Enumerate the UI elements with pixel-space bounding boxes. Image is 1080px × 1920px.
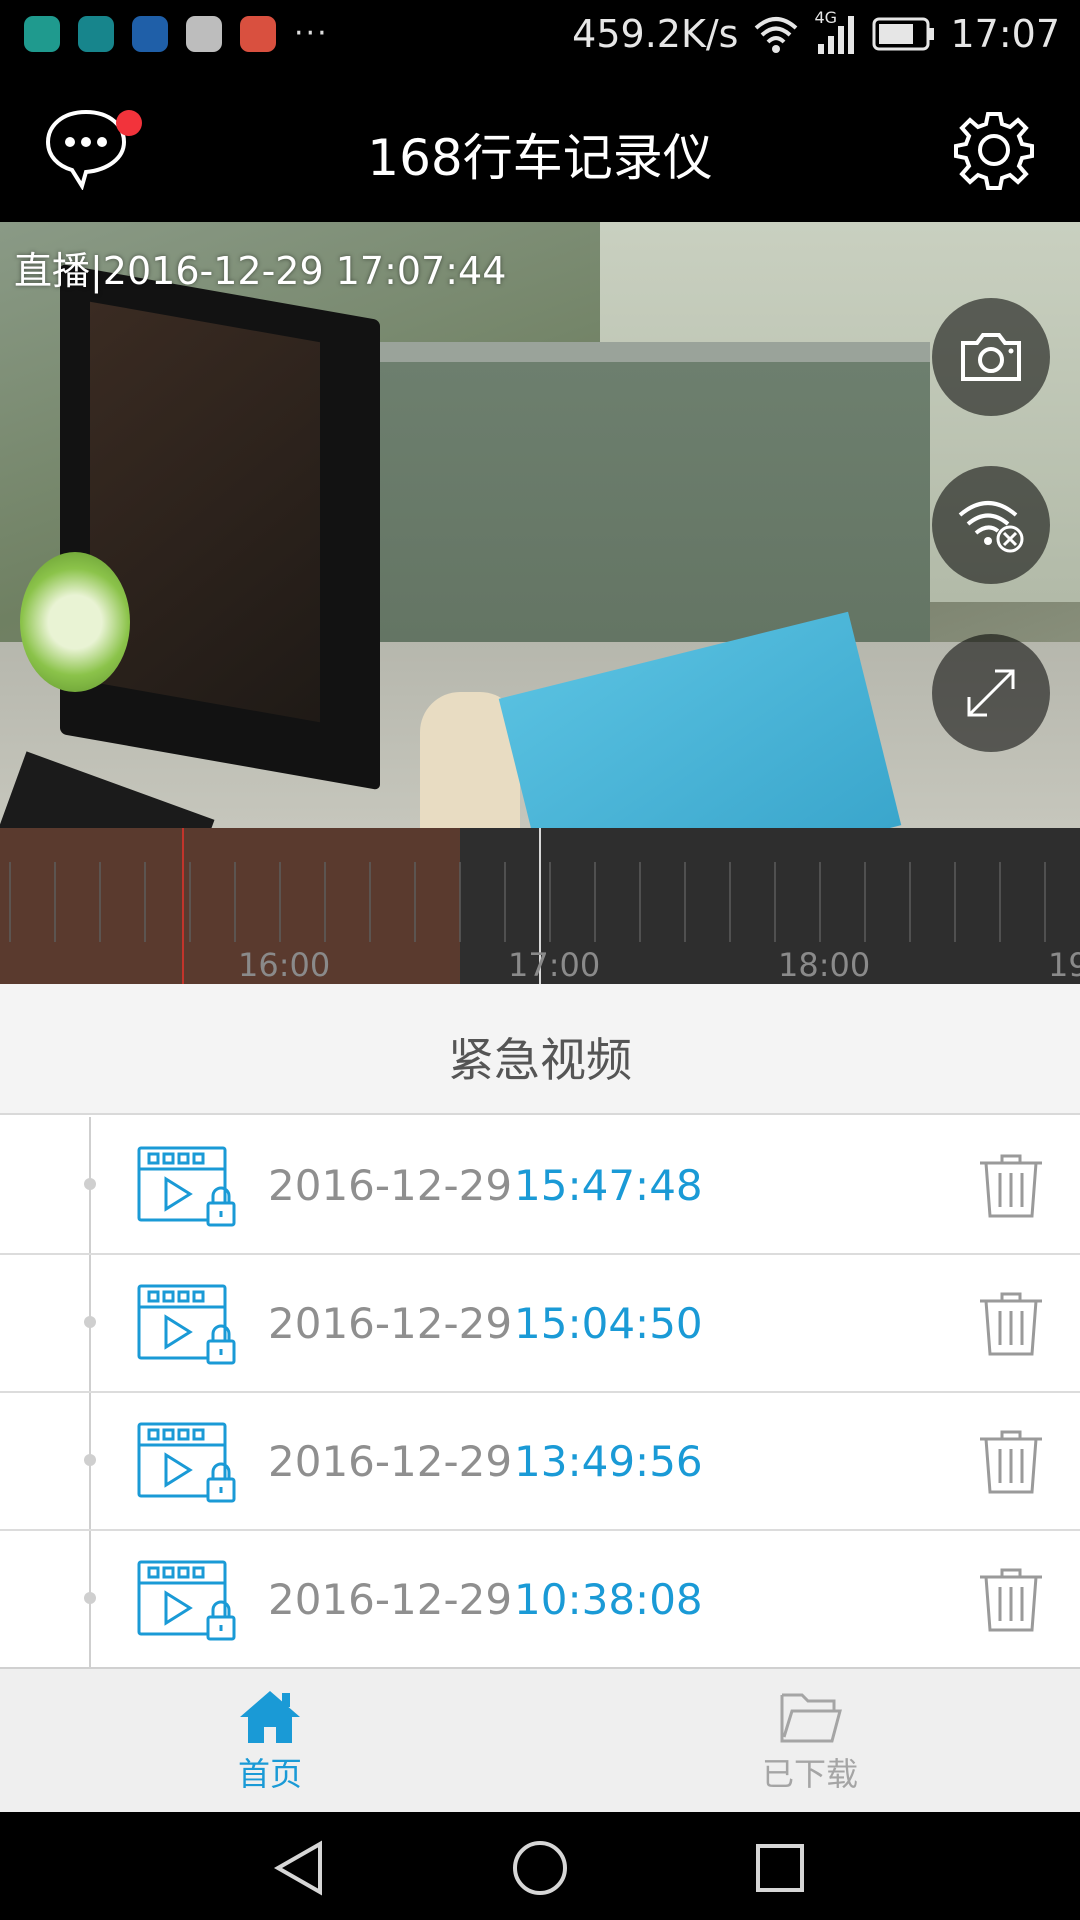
fullscreen-button[interactable] xyxy=(932,634,1050,752)
video-date: 2016-12-29 xyxy=(268,1161,513,1210)
timeline-label: 16:00 xyxy=(238,946,331,984)
list-item[interactable]: 2016-12-29 15:47:48 xyxy=(0,1117,1080,1255)
chat-app-icon xyxy=(24,16,60,52)
video-scene-fan xyxy=(20,552,130,692)
bottom-nav: 首页 已下载 xyxy=(0,1667,1080,1812)
camera-snapshot-button[interactable] xyxy=(932,298,1050,416)
folder-icon xyxy=(780,1693,842,1743)
trash-icon[interactable] xyxy=(978,1291,1044,1357)
timeline-label: 19 xyxy=(1048,946,1080,984)
locked-video-icon xyxy=(137,1560,236,1641)
timeline-scrubber[interactable]: 16:00 17:00 18:00 19 xyxy=(0,828,1080,984)
nav-item-home[interactable]: 首页 xyxy=(170,1687,370,1795)
video-date: 2016-12-29 xyxy=(268,1437,513,1486)
list-item[interactable]: 2016-12-29 15:04:50 xyxy=(0,1255,1080,1393)
notification-icons: ··· xyxy=(24,16,329,52)
home-icon xyxy=(240,1691,300,1743)
timeline-dot xyxy=(84,1454,96,1466)
home-circle-icon[interactable] xyxy=(510,1840,570,1896)
locked-video-icon xyxy=(137,1284,236,1365)
nav-label-home: 首页 xyxy=(237,1755,302,1793)
nav-label-downloaded: 已下载 xyxy=(761,1755,858,1793)
cell-signal-icon: 4G xyxy=(814,8,858,54)
camera-icon xyxy=(961,333,1021,381)
timeline-label: 18:00 xyxy=(778,946,871,984)
timeline-label: 17:00 xyxy=(508,946,601,984)
wifi-icon xyxy=(755,17,798,53)
huawei-app-icon xyxy=(78,16,114,52)
emergency-video-list: 2016-12-29 15:47:48 2016-12-29 15:04:50 … xyxy=(0,1117,1080,1669)
settings-button[interactable] xyxy=(952,108,1036,192)
sim-app-icon xyxy=(132,16,168,52)
video-scene-monitor-screen xyxy=(90,301,320,723)
trash-icon[interactable] xyxy=(978,1567,1044,1633)
video-date: 2016-12-29 xyxy=(268,1575,513,1624)
video-time: 15:04:50 xyxy=(514,1299,703,1348)
locked-video-icon xyxy=(137,1146,236,1227)
net-speed: 459.2K/s xyxy=(572,12,739,56)
video-time: 15:47:48 xyxy=(514,1161,703,1210)
video-time: 13:49:56 xyxy=(514,1437,703,1486)
app-screen: ··· 459.2K/s 4G 17:07 168行车记录仪 直播|2016-1… xyxy=(0,0,1080,1920)
tool-app-icon xyxy=(240,16,276,52)
timeline-dot xyxy=(84,1592,96,1604)
system-nav-bar xyxy=(0,1812,1080,1920)
timeline-event-marker xyxy=(182,828,184,984)
back-icon[interactable] xyxy=(270,1840,330,1896)
recents-icon[interactable] xyxy=(750,1840,810,1896)
section-header: 紧急视频 xyxy=(0,984,1080,1115)
timeline-dot xyxy=(84,1178,96,1190)
more-notifications-icon: ··· xyxy=(294,16,329,51)
live-video-view[interactable]: 直播|2016-12-29 17:07:44 xyxy=(0,222,1080,828)
status-right: 459.2K/s 4G 17:07 xyxy=(572,8,1060,56)
trash-icon[interactable] xyxy=(978,1153,1044,1219)
clock: 17:07 xyxy=(950,12,1060,56)
nav-item-downloaded[interactable]: 已下载 xyxy=(710,1687,910,1795)
wifi-off-icon xyxy=(958,501,1024,553)
video-time: 10:38:08 xyxy=(514,1575,703,1624)
battery-icon xyxy=(872,17,935,51)
font-app-icon xyxy=(186,16,222,52)
list-item[interactable]: 2016-12-29 13:49:56 xyxy=(0,1393,1080,1531)
page-title: 168行车记录仪 xyxy=(367,129,713,187)
status-bar: ··· 459.2K/s 4G 17:07 xyxy=(0,0,1080,72)
timeline-dot xyxy=(84,1316,96,1328)
trash-icon[interactable] xyxy=(978,1429,1044,1495)
gear-icon xyxy=(954,112,1034,190)
list-item[interactable]: 2016-12-29 10:38:08 xyxy=(0,1531,1080,1669)
wifi-disconnect-button[interactable] xyxy=(932,466,1050,584)
expand-icon xyxy=(967,669,1015,717)
app-header: 168行车记录仪 xyxy=(0,72,1080,222)
locked-video-icon xyxy=(137,1422,236,1503)
video-date: 2016-12-29 xyxy=(268,1299,513,1348)
live-timestamp: 直播|2016-12-29 17:07:44 xyxy=(14,249,507,293)
section-title: 紧急视频 xyxy=(448,1033,632,1087)
